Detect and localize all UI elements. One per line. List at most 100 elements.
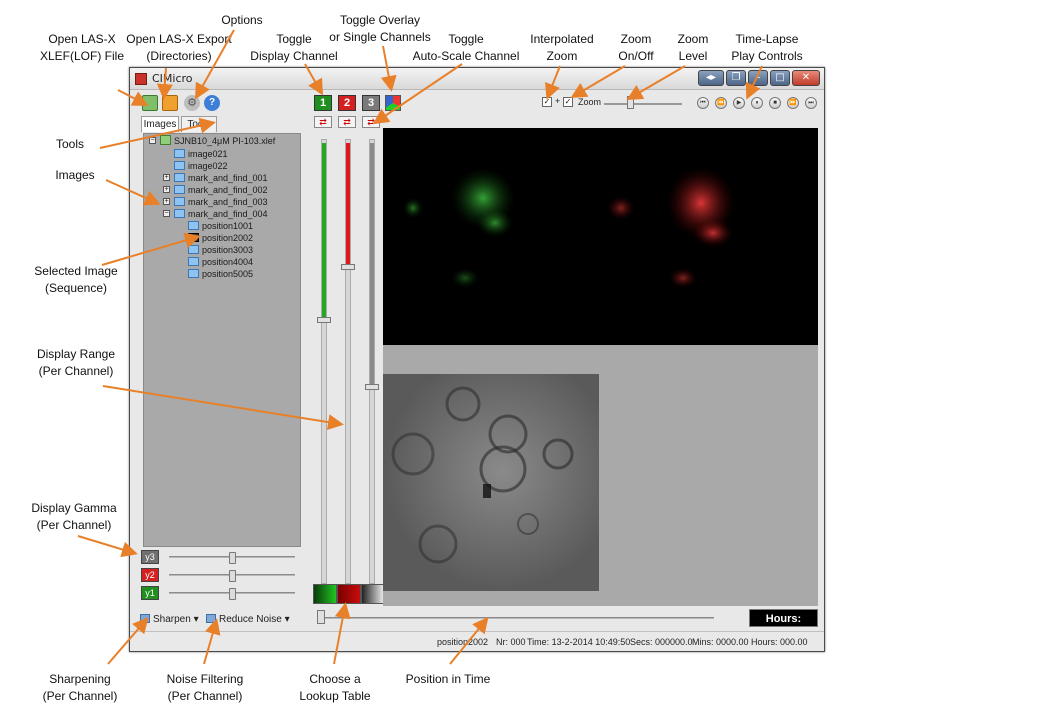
plus-sign: +	[555, 96, 561, 106]
gamma-channel-label: y2	[141, 568, 159, 582]
time-track	[320, 617, 714, 619]
status-time: Time: 13-2-2014 10:49:50	[527, 637, 631, 647]
callout-options: Options	[221, 13, 263, 27]
tree-item[interactable]: mark_and_find_002	[174, 184, 268, 196]
playback-button[interactable]: ▶	[733, 97, 745, 109]
toggle-channel-button[interactable]: 2	[338, 95, 356, 111]
position-icon	[188, 257, 199, 266]
tree-expander[interactable]: +	[163, 198, 170, 205]
gamma-track	[169, 588, 295, 600]
gamma-slider[interactable]	[229, 570, 236, 582]
options-gear-icon[interactable]: ⚙	[184, 95, 200, 111]
tree-child-item[interactable]: position4004	[188, 256, 253, 268]
interpolated-zoom-checkbox[interactable]: ✓	[542, 97, 552, 107]
toggle-channel-button[interactable]: 1	[314, 95, 332, 111]
image-icon	[174, 149, 185, 158]
tree-root[interactable]: SJNB10_4μM PI-103.xlef	[160, 135, 275, 147]
minimize-button[interactable]: –	[748, 70, 768, 86]
tree-child-item[interactable]: position3003	[188, 244, 253, 256]
tab-images[interactable]: Images	[141, 116, 179, 132]
tree-item[interactable]: mark_and_find_001	[174, 172, 268, 184]
tree-item[interactable]: mark_and_find_004	[174, 208, 268, 220]
image-icon	[174, 209, 185, 218]
tree-item[interactable]: mark_and_find_003	[174, 196, 268, 208]
window-title: CIMicro	[152, 72, 193, 85]
status-bar: position2002 Nr: 000 Time: 13-2-2014 10:…	[130, 631, 824, 651]
time-row: Hours: 000.00	[130, 609, 824, 643]
lut-red[interactable]	[337, 584, 361, 604]
callout-sharpening: Sharpening (Per Channel)	[42, 672, 118, 703]
auto-scale-button[interactable]: ⇄	[362, 116, 380, 128]
auto-scale-button[interactable]: ⇄	[314, 116, 332, 128]
status-secs: Secs: 000000.0	[630, 637, 693, 647]
time-position-slider[interactable]	[317, 610, 325, 624]
callout-open-export: Open LAS-X Export (Directories)	[126, 32, 232, 63]
toggle-overlay-button[interactable]	[385, 95, 401, 111]
zoom-controls: ✓ + ✓ Zoom ⏮ ⏪ ▶ ⏸ ■ ⏩ ⏭	[542, 95, 822, 111]
snap-button[interactable]: ◂▸	[698, 70, 724, 86]
lut-gray[interactable]	[361, 584, 385, 604]
status-mins: Mins: 0000.00	[692, 637, 749, 647]
zoom-level-slider[interactable]	[627, 96, 634, 109]
callout-zoom-level: Zoom Level	[677, 32, 709, 63]
image-viewport[interactable]	[383, 128, 818, 606]
zoom-label: Zoom	[578, 97, 602, 107]
tree-child-item[interactable]: position1001	[188, 220, 253, 232]
tree-item[interactable]: image021	[174, 148, 228, 160]
gamma-channel-label: y1	[141, 586, 159, 600]
lut-green[interactable]	[313, 584, 337, 604]
playback-button[interactable]: ⏩	[787, 97, 799, 109]
range-handle[interactable]	[317, 317, 331, 323]
callout-open-lof: Open LAS-X XLEF(LOF) File	[39, 32, 124, 63]
range-handle[interactable]	[341, 264, 355, 270]
maximize-button[interactable]: □	[770, 70, 790, 86]
playback-button[interactable]: ⏮	[697, 97, 709, 109]
open-lof-button[interactable]	[142, 95, 158, 111]
zoom-level-track	[604, 103, 682, 105]
playback-button[interactable]: ■	[769, 97, 781, 109]
hours-display: Hours: 000.00	[749, 609, 818, 643]
status-position: position2002	[437, 637, 489, 647]
gamma-slider[interactable]	[229, 588, 236, 600]
callout-zoom-onoff: Zoom On/Off	[618, 32, 654, 63]
gamma-channel-label: y3	[141, 550, 159, 564]
close-button[interactable]: ✕	[792, 70, 820, 86]
app-window: CIMicro ◂▸ ❐ – □ ✕ ⚙ ? Images Tools − SJ…	[129, 67, 825, 652]
auto-scale-button[interactable]: ⇄	[338, 116, 356, 128]
gamma-slider[interactable]	[229, 552, 236, 564]
gamma-track	[169, 552, 295, 564]
image-tree: − SJNB10_4μM PI-103.xlef image021 image02…	[143, 133, 301, 547]
open-export-button[interactable]	[162, 95, 178, 111]
playback-button[interactable]: ⏪	[715, 97, 727, 109]
toggle-channel-button[interactable]: 3	[362, 95, 380, 111]
tree-child-item[interactable]: position5005	[188, 268, 253, 280]
tree-child-item[interactable]: position2002	[188, 232, 253, 244]
playback-button[interactable]: ⏭	[805, 97, 817, 109]
status-hours: Hours: 000.00	[751, 637, 808, 647]
playback-button[interactable]: ⏸	[751, 97, 763, 109]
tree-expander[interactable]: −	[163, 210, 170, 217]
position-icon	[188, 221, 199, 230]
display-range-slider[interactable]	[317, 139, 331, 584]
tree-root-expander[interactable]: −	[149, 137, 156, 144]
image-icon	[174, 161, 185, 170]
tree-expander[interactable]: +	[163, 186, 170, 193]
callout-display-gamma: Display Gamma (Per Channel)	[31, 501, 117, 532]
range-fill	[370, 143, 374, 384]
range-fill	[346, 143, 350, 264]
tree-expander[interactable]: +	[163, 174, 170, 181]
restore-window-button[interactable]: ❐	[726, 70, 746, 86]
display-range-slider[interactable]	[365, 139, 379, 584]
status-nr: Nr: 000	[496, 637, 526, 647]
callout-timelapse: Time-Lapse Play Controls	[731, 32, 803, 63]
position-icon	[188, 233, 199, 242]
display-range-slider[interactable]	[341, 139, 355, 584]
lof-file-icon	[160, 135, 171, 145]
callout-selected-image: Selected Image (Sequence)	[34, 264, 118, 295]
callout-position-time: Position in Time	[405, 672, 491, 686]
tree-item[interactable]: image022	[174, 160, 228, 172]
zoom-onoff-checkbox[interactable]: ✓	[563, 97, 573, 107]
tab-tools[interactable]: Tools	[181, 116, 217, 132]
range-handle[interactable]	[365, 384, 379, 390]
help-icon[interactable]: ?	[204, 95, 220, 111]
